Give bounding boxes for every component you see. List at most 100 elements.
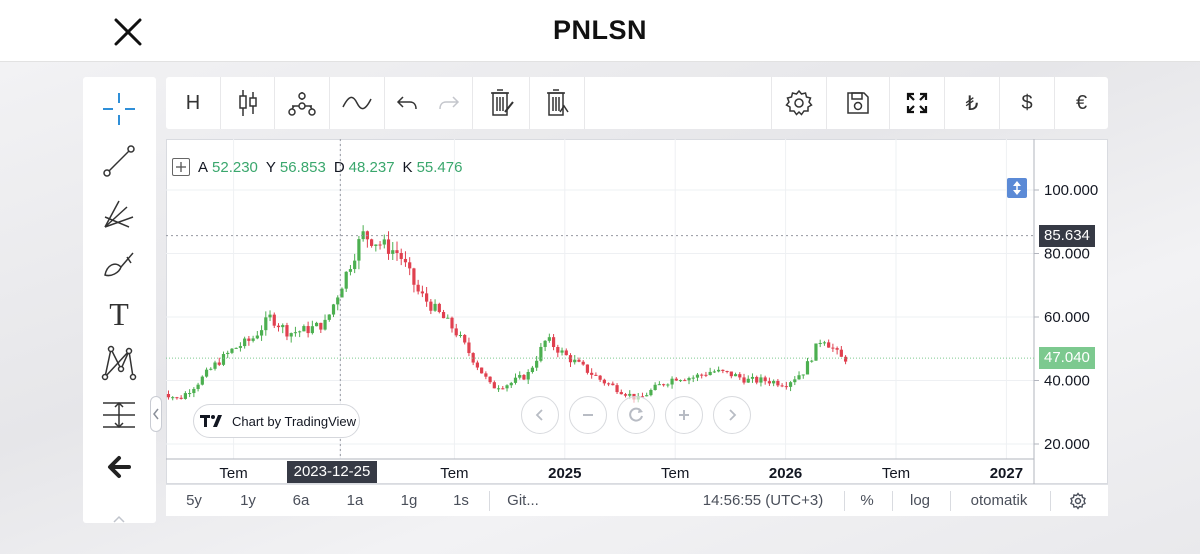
gear-icon [1070,492,1086,510]
candle-body [590,372,594,375]
save-button[interactable] [827,77,889,129]
range-5y[interactable]: 5y [174,485,214,517]
candle-body [285,325,289,337]
interval-button[interactable]: H [166,77,220,129]
x-tick-label: Tem [219,465,247,482]
candle-body [323,319,327,330]
currency-try-button[interactable]: ₺ [945,77,999,129]
chart-settings-button[interactable] [1066,485,1090,517]
candle-body [827,342,831,348]
redo-button[interactable] [434,77,464,129]
candle-body [784,386,788,388]
candle-body [378,244,382,246]
range-1y[interactable]: 1y [228,485,268,517]
candle-body [302,326,306,332]
percent-toggle[interactable]: % [856,485,878,517]
fullscreen-button[interactable] [890,77,944,129]
fib-icon [104,200,134,228]
delete-drawings-button[interactable] [473,77,529,129]
crosshair-tool[interactable] [99,89,139,129]
candle-body [247,338,251,341]
settings-icon [785,89,813,116]
close-button[interactable] [108,12,148,52]
range-1a[interactable]: 1a [335,485,375,517]
range-6a[interactable]: 6a [281,485,321,517]
candle-body [835,348,839,350]
chart-type-button[interactable] [221,77,274,129]
measure-tool[interactable] [99,395,139,435]
auto-scale-button[interactable] [1007,178,1027,198]
bottom-toolbar: 5y 1y 6a 1a 1g 1s Git... 14:56:55 (UTC+3… [166,484,1108,516]
range-1g[interactable]: 1g [389,485,429,517]
undo-button[interactable] [392,77,422,129]
log-toggle[interactable]: log [904,485,936,517]
candle-body [729,371,733,377]
candle-body [539,346,543,361]
candle-body [331,304,336,315]
y-tick-label: 80.000 [1044,246,1090,263]
legend-toggle-button[interactable] [172,158,190,176]
legend-d-value: 48.237 [348,158,395,176]
candle-body [518,374,522,378]
candle-body [454,328,458,336]
legend-a-value: 52.230 [212,158,258,176]
candle-body [395,250,399,253]
candle-body [556,347,560,353]
indicators-button[interactable] [275,77,329,129]
candle-body [818,342,822,344]
range-1s[interactable]: 1s [441,485,481,517]
x-tick-label: Tem [661,465,689,482]
fib-tool[interactable] [99,193,139,233]
candle-body [450,317,454,329]
clock-timezone[interactable]: 14:56:55 (UTC+3) [696,485,830,517]
back-tool[interactable] [99,447,139,487]
page-title: PNLSN [552,15,647,45]
candle-body [683,380,687,382]
zoom-out-button[interactable] [569,396,607,434]
candle-body [831,347,835,349]
scroll-left-button[interactable] [521,396,559,434]
redo-icon [439,96,460,110]
candle-body [721,369,725,372]
candle-body [467,342,471,354]
candle-body [484,373,488,377]
compare-button[interactable] [330,77,384,129]
delete-indicators-button[interactable] [530,77,584,129]
compare-icon [342,96,372,110]
candle-body [251,338,255,341]
candle-body [678,380,683,382]
goto-date-button[interactable]: Git... [498,485,548,517]
tradingview-badge[interactable]: Chart by TradingView [193,404,360,438]
candle-body [399,252,403,259]
scroll-up-icon[interactable] [112,511,126,523]
currency-eur-button[interactable]: € [1055,77,1108,129]
candle-body [501,388,505,390]
plus-icon [679,410,689,420]
zoom-in-button[interactable] [665,396,703,434]
currency-usd-button[interactable]: $ [1000,77,1054,129]
scroll-right-button[interactable] [713,396,751,434]
auto-scale-toggle[interactable]: otomatik [962,485,1036,517]
trend-line-icon [103,145,135,177]
y-tick-label: 40.000 [1044,373,1090,390]
candle-body [513,377,518,383]
candle-body [738,374,742,378]
candle-body [408,262,412,269]
candle-body [437,303,441,313]
candle-body [577,359,581,362]
brush-tool[interactable] [99,243,139,283]
settings-button[interactable] [772,77,826,129]
candle-body [327,314,331,320]
pattern-tool[interactable] [99,343,139,383]
close-icon [114,18,142,46]
reset-button[interactable] [617,396,655,434]
candle-body [230,348,234,353]
svg-text:T: T [109,296,129,332]
text-tool[interactable]: T [99,293,139,333]
collapse-toolbar-handle[interactable] [150,396,162,432]
y-tick-label: 100.000 [1044,182,1098,199]
candle-body [725,371,729,373]
trend-line-tool[interactable] [99,141,139,181]
candle-body [547,337,551,341]
candle-body [166,393,171,398]
